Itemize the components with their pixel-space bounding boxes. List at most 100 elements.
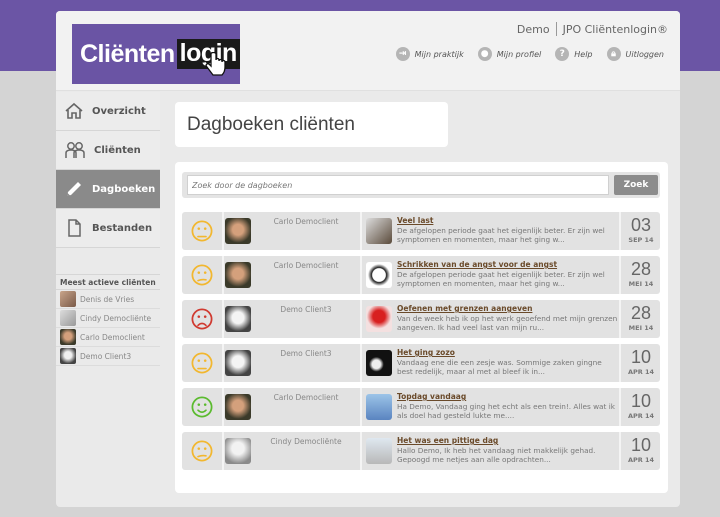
sidebar-item-clienten[interactable]: Cliënten [56, 131, 160, 170]
client-name: Carlo Democlient [273, 217, 339, 226]
divider [360, 432, 362, 470]
sidebar-item-label: Bestanden [92, 222, 153, 234]
entry-title-link[interactable]: Schrikken van de angst voor de angst [397, 260, 557, 269]
client-avatar [225, 394, 251, 420]
pencil-icon [67, 182, 81, 196]
page-title: Dagboeken cliënten [175, 102, 448, 147]
nav-mijn-praktijk[interactable]: ⇥ Mijn praktijk [395, 47, 464, 61]
divider [222, 344, 224, 382]
entry-date: 03 SEP 14 [622, 212, 660, 250]
diary-entry[interactable]: Carlo Democlient Veel last De afgelopen … [182, 212, 660, 250]
entry-title-link[interactable]: Het was een pittige dag [397, 436, 498, 445]
entry-excerpt: Van de week heb ik op het werk geoefend … [397, 314, 618, 332]
entry-excerpt: Ha Demo, Vandaag ging het echt als een t… [397, 402, 615, 420]
nav-uitloggen[interactable]: 🔒︎ Uitloggen [606, 47, 664, 61]
sidebar-item-label: Dagboeken [92, 183, 156, 195]
entry-thumbnail [366, 306, 392, 332]
active-clients-title: Meest actieve cliënten [56, 275, 160, 290]
search-button[interactable]: Zoek [614, 175, 658, 195]
entry-excerpt: Hallo Demo, Ik heb het vandaag niet makk… [397, 446, 596, 464]
entry-date: 10 APR 14 [622, 344, 660, 382]
help-icon: ? [555, 47, 570, 61]
entry-date: 10 APR 14 [622, 388, 660, 426]
divider [222, 212, 224, 250]
divider [360, 388, 362, 426]
diary-entry[interactable]: Demo Client3 Het ging zozo Vandaag ene d… [182, 344, 660, 382]
divider [619, 432, 621, 470]
sidebar-item-overzicht[interactable]: Overzicht [56, 92, 160, 131]
avatar [60, 329, 76, 345]
mood-face-icon [182, 432, 222, 470]
divider [619, 256, 621, 294]
user-name[interactable]: Demo [517, 23, 550, 36]
entry-month: APR 14 [627, 368, 655, 376]
sidebar: Overzicht Cliënten Dagboeken Bestanden M… [56, 92, 160, 366]
nav-label: Mijn praktijk [414, 49, 464, 59]
sidebar-item-dagboeken[interactable]: Dagboeken [56, 170, 160, 209]
avatar [60, 348, 76, 364]
active-client-name: Denis de Vries [80, 294, 135, 304]
nav-label: Help [574, 49, 593, 59]
mood-face-icon [182, 300, 222, 338]
nav-label: Mijn profiel [496, 49, 542, 59]
entry-month: APR 14 [627, 456, 655, 464]
entry-day: 10 [630, 347, 652, 367]
entry-excerpt: De afgelopen periode gaat het eigenlijk … [397, 270, 605, 288]
client-avatar [225, 218, 251, 244]
logo[interactable]: Cliënten login [72, 24, 240, 84]
diary-entry[interactable]: Cindy Democliënte Het was een pittige da… [182, 432, 660, 470]
entry-title-link[interactable]: Topdag vandaag [397, 392, 466, 401]
mood-face-icon [182, 212, 222, 250]
active-client-item[interactable]: Cindy Democliënte [56, 309, 160, 328]
entry-date: 28 MEI 14 [622, 256, 660, 294]
active-client-name: Cindy Democliënte [80, 313, 152, 323]
divider [619, 388, 621, 426]
entry-date: 28 MEI 14 [622, 300, 660, 338]
avatar [60, 291, 76, 307]
diary-entry[interactable]: Carlo Democlient Topdag vandaag Ha Demo,… [182, 388, 660, 426]
diary-entry[interactable]: Demo Client3 Oefenen met grenzen aangeve… [182, 300, 660, 338]
entry-title-link[interactable]: Het ging zozo [397, 348, 455, 357]
sidebar-spacer [56, 248, 160, 275]
divider [619, 212, 621, 250]
entry-day: 10 [630, 391, 652, 411]
entry-thumbnail [366, 394, 392, 420]
sidebar-item-bestanden[interactable]: Bestanden [56, 209, 160, 248]
search-input[interactable] [187, 175, 609, 195]
divider [360, 344, 362, 382]
hand-cursor-icon [205, 52, 226, 76]
logo-text-clienten: Cliënten [80, 39, 175, 68]
active-client-item[interactable]: Denis de Vries [56, 290, 160, 309]
mood-face-icon [182, 344, 222, 382]
entry-title-link[interactable]: Veel last [397, 216, 433, 225]
client-name: Cindy Democliënte [270, 437, 342, 446]
users-icon [65, 142, 85, 158]
user-brand: Demo JPO Cliëntenlogin® [517, 22, 668, 36]
nav-label: Uitloggen [625, 49, 664, 59]
client-name: Carlo Democlient [273, 393, 339, 402]
entry-month: MEI 14 [628, 324, 654, 332]
divider [360, 300, 362, 338]
client-name: Demo Client3 [280, 305, 332, 314]
sidebar-item-label: Overzicht [92, 105, 146, 117]
active-client-name: Carlo Democlient [80, 332, 145, 342]
home-icon [65, 102, 83, 119]
entry-title-link[interactable]: Oefenen met grenzen aangeven [397, 304, 532, 313]
client-avatar [225, 438, 251, 464]
brand-name: JPO Cliëntenlogin® [562, 22, 668, 36]
divider [360, 212, 362, 250]
nav-mijn-profiel[interactable]: ● Mijn profiel [477, 47, 542, 61]
app-window: Cliënten login Demo JPO Cliëntenlogin® ⇥ … [56, 11, 680, 507]
entry-thumbnail [366, 218, 392, 244]
active-client-name: Demo Client3 [80, 351, 132, 361]
entry-date: 10 APR 14 [622, 432, 660, 470]
entry-day: 10 [630, 435, 652, 455]
nav-help[interactable]: ? Help [555, 47, 593, 61]
diary-entry[interactable]: Carlo Democlient Schrikken van de angst … [182, 256, 660, 294]
entry-month: SEP 14 [628, 236, 654, 244]
user-icon: ● [477, 47, 492, 61]
active-client-item[interactable]: Carlo Democlient [56, 328, 160, 347]
divider [222, 388, 224, 426]
entry-thumbnail [366, 350, 392, 376]
active-client-item[interactable]: Demo Client3 [56, 347, 160, 366]
